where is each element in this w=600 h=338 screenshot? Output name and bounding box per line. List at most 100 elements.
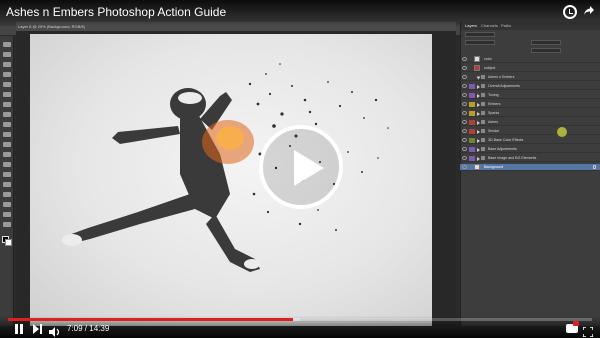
color-label	[469, 129, 475, 134]
expand-chevron-icon[interactable]	[477, 130, 480, 134]
visibility-eye-icon[interactable]	[462, 138, 467, 142]
duration: 14:39	[89, 324, 110, 333]
visibility-eye-icon[interactable]	[462, 75, 467, 79]
crop-tool-icon	[3, 82, 11, 87]
pen-tool-icon	[3, 182, 11, 187]
visibility-eye-icon[interactable]	[462, 120, 467, 124]
healing-tool-icon	[3, 102, 11, 107]
lock-icon	[593, 165, 596, 169]
layer-name: Base Adjustments	[488, 147, 517, 151]
eyedropper-tool-icon	[3, 92, 11, 97]
layer-row[interactable]: subject	[460, 65, 600, 72]
lasso-tool-icon	[3, 62, 11, 67]
expand-chevron-icon[interactable]	[477, 121, 480, 125]
visibility-eye-icon[interactable]	[462, 93, 467, 97]
background-color-swatch	[5, 239, 12, 246]
layer-group-row[interactable]: Smoke	[460, 128, 600, 135]
layer-filter-select[interactable]	[465, 32, 495, 37]
cc-badge	[573, 321, 579, 326]
layer-row-background[interactable]: Background	[460, 164, 600, 171]
visibility-eye-icon[interactable]	[462, 57, 467, 61]
expand-chevron-icon[interactable]	[477, 85, 480, 89]
layer-name: Smoke	[488, 129, 500, 133]
layer-group-row[interactable]: Toning	[460, 92, 600, 99]
progress-bar[interactable]	[8, 318, 592, 321]
stamp-tool-icon	[3, 122, 11, 127]
layer-row[interactable]: color	[460, 56, 600, 63]
expand-chevron-icon[interactable]	[477, 94, 480, 98]
visibility-eye-icon[interactable]	[462, 165, 467, 169]
folder-icon	[481, 93, 485, 97]
layer-name: Background	[484, 165, 504, 169]
layer-group-row[interactable]: Embers	[460, 101, 600, 108]
share-icon[interactable]	[583, 5, 595, 17]
visibility-eye-icon[interactable]	[462, 66, 467, 70]
play-button[interactable]	[259, 125, 343, 209]
clock-icon[interactable]	[563, 5, 577, 19]
video-title[interactable]: Ashes n Embers Photoshop Action Guide	[6, 4, 226, 20]
blur-tool-icon	[3, 162, 11, 167]
eraser-tool-icon	[3, 142, 11, 147]
layer-name: Toning	[488, 93, 499, 97]
layer-name: subject	[484, 66, 496, 70]
play-icon	[294, 150, 324, 186]
folder-icon	[481, 138, 485, 142]
color-label	[469, 111, 475, 116]
folder-icon	[481, 84, 485, 88]
opacity-field[interactable]	[531, 40, 561, 45]
dancer-dispersion-illustration	[62, 63, 389, 272]
expand-chevron-icon[interactable]	[477, 103, 480, 107]
type-tool-icon	[3, 192, 11, 197]
layer-name: color	[484, 57, 492, 61]
visibility-eye-icon[interactable]	[462, 147, 467, 151]
visibility-eye-icon[interactable]	[462, 129, 467, 133]
artwork-image	[30, 34, 432, 326]
fullscreen-icon[interactable]	[582, 324, 594, 338]
folder-icon	[481, 120, 485, 124]
folder-icon	[481, 102, 485, 106]
photoshop-toolbar	[0, 36, 14, 326]
layer-group-row[interactable]: Overall Adjustments	[460, 83, 600, 90]
layer-name: Embers	[488, 102, 501, 106]
visibility-eye-icon[interactable]	[462, 102, 467, 106]
layer-group-row[interactable]: Base Image and BG Elements	[460, 155, 600, 162]
expand-chevron-icon[interactable]	[477, 139, 480, 143]
hand-tool-icon	[3, 222, 11, 227]
layer-group-row[interactable]: Sparks	[460, 110, 600, 117]
path-select-tool-icon	[3, 202, 11, 207]
color-label	[469, 84, 475, 89]
brush-tool-icon	[3, 112, 11, 117]
layer-thumbnail	[474, 65, 480, 71]
folder-icon	[481, 111, 485, 115]
expand-chevron-icon[interactable]	[477, 157, 480, 161]
expand-chevron-icon[interactable]	[476, 76, 481, 80]
volume-icon[interactable]	[49, 324, 61, 337]
folder-icon	[481, 129, 485, 133]
layer-name: Base Image and BG Elements	[488, 156, 537, 160]
dodge-tool-icon	[3, 172, 11, 177]
layer-thumbnail	[474, 164, 480, 170]
layer-name: Sparks	[488, 111, 500, 115]
pause-icon[interactable]	[14, 324, 24, 334]
layer-group-row[interactable]: Base Adjustments	[460, 146, 600, 153]
layer-group-row[interactable]: 3D Base Color Effects	[460, 137, 600, 144]
video-player[interactable]: Layer 8 @ 25% (Background, RGB/8) color …	[0, 0, 600, 338]
next-icon[interactable]	[33, 324, 43, 334]
time-display: 7:09 / 14:39	[67, 323, 109, 335]
expand-chevron-icon[interactable]	[477, 148, 480, 152]
current-time: 7:09	[67, 324, 83, 333]
layer-name: Overall Adjustments	[488, 84, 520, 88]
visibility-eye-icon[interactable]	[462, 156, 467, 160]
color-label	[469, 93, 475, 98]
layer-group-row[interactable]: Ashes	[460, 119, 600, 126]
expand-chevron-icon[interactable]	[477, 112, 480, 116]
layer-group-row[interactable]: Ashes n Embers	[460, 74, 600, 81]
visibility-eye-icon[interactable]	[462, 84, 467, 88]
color-label	[469, 120, 475, 125]
fill-field[interactable]	[531, 48, 561, 53]
layer-name: Ashes	[488, 120, 498, 124]
mouse-cursor-highlight	[557, 127, 567, 137]
blend-mode-select[interactable]	[465, 40, 495, 45]
move-tool-icon	[3, 42, 11, 47]
visibility-eye-icon[interactable]	[462, 111, 467, 115]
